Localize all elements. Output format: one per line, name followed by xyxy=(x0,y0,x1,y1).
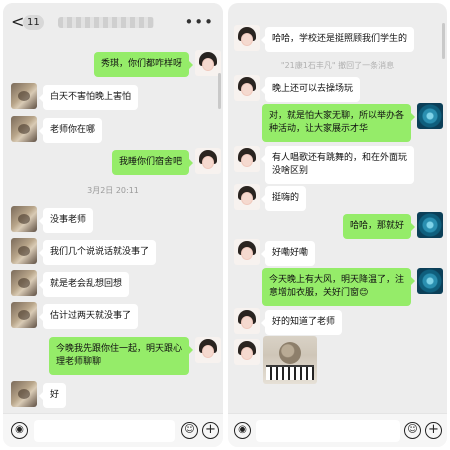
avatar[interactable] xyxy=(417,103,443,129)
message-line: 今天晚上有大风，明天降温了，注 xyxy=(268,275,404,285)
avatar[interactable] xyxy=(417,212,443,238)
incoming-message: 好的知道了老师 xyxy=(260,310,343,335)
incoming-message: 没事老师 xyxy=(38,208,94,233)
avatar[interactable] xyxy=(11,206,37,232)
message-line: 有人唱歌还有跳舞的，和在外面玩 xyxy=(272,153,408,163)
incoming-message: 老师你在哪 xyxy=(38,118,103,143)
incoming-message: 白天不害怕晚上害怕 xyxy=(38,85,139,110)
avatar[interactable] xyxy=(417,268,443,294)
emoji-icon[interactable]: ☺ xyxy=(181,422,198,439)
avatar[interactable] xyxy=(234,146,260,172)
incoming-message: 就是老会乱想回想 xyxy=(38,272,130,297)
chat-header: < 11 ••• xyxy=(3,3,223,43)
incoming-message: 好嘞好嘞 xyxy=(260,241,316,266)
avatar[interactable] xyxy=(11,381,37,407)
incoming-message: 好 xyxy=(38,383,67,408)
avatar[interactable] xyxy=(234,339,260,365)
input-bar: ◉ ☺ + xyxy=(3,413,223,447)
more-options-icon[interactable]: ••• xyxy=(184,13,214,31)
message-line: 理老师聊聊 xyxy=(55,357,101,367)
chat-screen-left: < 11 ••• 秀琪，你们都咋样呀 白天不害怕晚上害怕 老师你在哪 我睡你们宿… xyxy=(3,3,223,447)
avatar[interactable] xyxy=(195,148,221,174)
avatar[interactable] xyxy=(11,116,37,142)
avatar[interactable] xyxy=(195,337,221,363)
voice-icon[interactable]: ◉ xyxy=(11,422,28,439)
scrollbar[interactable] xyxy=(218,73,221,109)
chat-screen-right: 哈哈，学校还是挺照顾我们学生的 "21康1石丰凡" 撤回了一条消息 晚上还可以去… xyxy=(228,3,447,447)
avatar[interactable] xyxy=(11,270,37,296)
plus-icon[interactable]: + xyxy=(202,422,219,439)
outgoing-message: 我睡你们宿舍吧 xyxy=(111,150,194,175)
screenshot-collage: < 11 ••• 秀琪，你们都咋样呀 白天不害怕晚上害怕 老师你在哪 我睡你们宿… xyxy=(0,0,450,450)
avatar[interactable] xyxy=(234,25,260,51)
recall-notice: "21康1石丰凡" 撤回了一条消息 xyxy=(280,61,395,70)
avatar[interactable] xyxy=(234,239,260,265)
avatar[interactable] xyxy=(11,302,37,328)
avatar[interactable] xyxy=(195,50,221,76)
timestamp: 3月2日 20:11 xyxy=(87,186,139,195)
message-line: 没啥区别 xyxy=(272,166,309,176)
outgoing-message: 对，就是怕大家无聊，所以举办各 种活动，让大家展示才华 xyxy=(261,104,416,142)
blurred-chat-title xyxy=(58,17,154,28)
avatar[interactable] xyxy=(234,308,260,334)
avatar[interactable] xyxy=(11,83,37,109)
image-message-piano-cat[interactable] xyxy=(263,336,317,384)
outgoing-message: 哈哈，那就好 xyxy=(342,214,416,239)
avatar[interactable] xyxy=(11,238,37,264)
incoming-message: 有人唱歌还有跳舞的，和在外面玩 没啥区别 xyxy=(260,146,415,184)
incoming-message: 我们几个说说话就没事了 xyxy=(38,240,157,265)
message-line: 对，就是怕大家无聊，所以举办各 xyxy=(268,111,404,121)
emoji-icon[interactable]: ☺ xyxy=(404,422,421,439)
outgoing-message: 秀琪，你们都咋样呀 xyxy=(93,52,194,77)
message-input[interactable] xyxy=(256,420,400,442)
message-input[interactable] xyxy=(34,420,175,442)
voice-icon[interactable]: ◉ xyxy=(234,422,251,439)
message-line: 今晚我先跟你住一起，明天跟心 xyxy=(55,344,182,354)
plus-icon[interactable]: + xyxy=(425,422,442,439)
incoming-message: 晚上还可以去操场玩 xyxy=(260,77,361,102)
outgoing-message: 今晚我先跟你住一起，明天跟心 理老师聊聊 xyxy=(48,337,194,375)
incoming-message: 挺嗨的 xyxy=(260,186,307,211)
scrollbar[interactable] xyxy=(442,23,445,59)
message-line: 种活动，让大家展示才华 xyxy=(268,124,368,134)
outgoing-message: 今天晚上有大风，明天降温了，注 意增加衣服，关好门窗😊 xyxy=(261,268,416,306)
avatar[interactable] xyxy=(234,75,260,101)
message-line: 意增加衣服，关好门窗😊 xyxy=(268,288,369,298)
incoming-message: 估计过两天就没事了 xyxy=(38,304,139,329)
input-bar: ◉ ☺ + xyxy=(228,413,447,447)
avatar[interactable] xyxy=(234,184,260,210)
incoming-message: 哈哈，学校还是挺照顾我们学生的 xyxy=(260,27,415,52)
unread-count-badge[interactable]: 11 xyxy=(23,15,44,30)
